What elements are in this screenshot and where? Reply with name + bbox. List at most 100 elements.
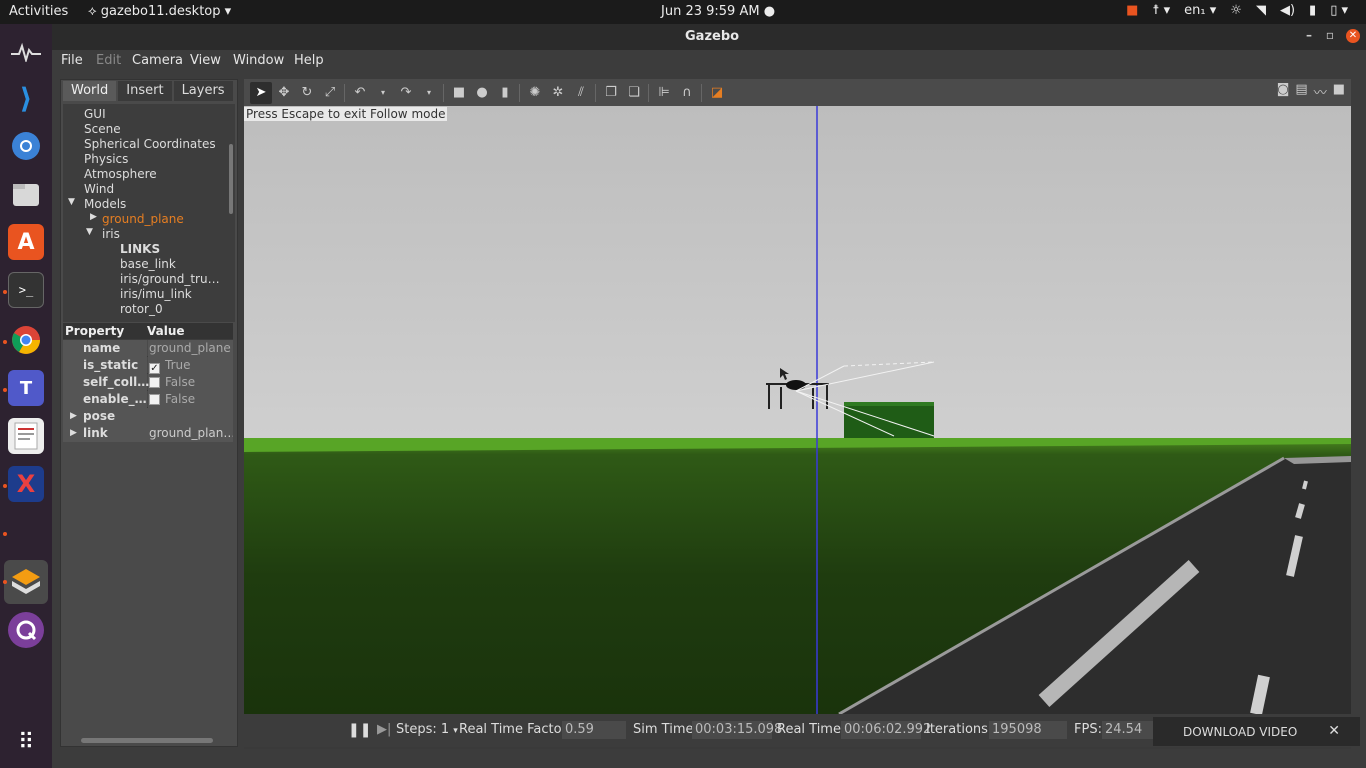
property-row-self-collide[interactable]: self_coll… False [63,374,233,391]
language-selector[interactable]: en₁ ▾ [1184,3,1216,18]
sphere-shape-icon[interactable]: ● [471,82,493,104]
checkbox-checked-icon[interactable]: ✓ [149,363,160,374]
checkbox-unchecked-icon[interactable] [149,377,160,388]
property-row-is-static[interactable]: is_static ✓ True [63,357,233,374]
screen-record-icon[interactable]: ■ [1126,3,1138,18]
menu-view[interactable]: View [190,53,221,68]
volume-icon[interactable]: ◀) [1280,3,1295,18]
copy-icon[interactable]: ❐ [600,82,622,104]
property-row-name[interactable]: name ground_plane [63,340,233,357]
tree-item-atmosphere[interactable]: Atmosphere [84,167,157,181]
point-light-icon[interactable]: ✺ [524,82,546,104]
box-shape-icon[interactable]: ■ [448,82,470,104]
menu-bar: File Edit Camera View Window Help [52,50,1366,72]
menu-edit[interactable]: Edit [96,53,121,68]
battery-icon[interactable]: ▯ ▾ [1330,3,1348,18]
tree-item-scene[interactable]: Scene [84,122,121,136]
tab-insert[interactable]: Insert [118,81,172,101]
clock[interactable]: Jun 23 9:59 AM ● [661,4,775,19]
translate-mode-icon[interactable]: ✥ [273,82,295,104]
download-video-button[interactable]: DOWNLOAD VIDEO [1183,725,1297,739]
tab-layers[interactable]: Layers [173,81,233,101]
xlaunch-icon[interactable]: X [8,466,44,502]
3d-scene[interactable]: Press Escape to exit Follow mode [244,106,1351,714]
minimize-icon[interactable]: – [1306,28,1312,42]
snap-icon[interactable]: ∩ [676,82,698,104]
accessibility-icon[interactable]: ☨ ▾ [1152,3,1170,18]
dock: ⟩ A >_ T X ⠿ [0,24,52,768]
tab-world[interactable]: World [63,81,117,101]
system-tray[interactable]: ■ ☨ ▾ en₁ ▾ ☼ ◥ ◀) ▮ ▯ ▾ [1126,3,1348,18]
gazebo-icon[interactable] [4,560,48,604]
cylinder-shape-icon[interactable]: ▮ [494,82,516,104]
screen-recorder-icon[interactable] [8,612,44,648]
vscode-icon[interactable]: ⟩ [8,80,44,116]
tree-item-wind[interactable]: Wind [84,182,114,196]
pause-icon[interactable]: ❚❚ [348,722,371,738]
activities-button[interactable]: Activities [9,4,68,19]
microphone-icon[interactable]: ▮ [1309,3,1316,18]
wifi-icon[interactable]: ◥ [1256,3,1266,18]
tree-item-spherical-coordinates[interactable]: Spherical Coordinates [84,137,216,151]
undo-icon[interactable]: ↶ [349,82,371,104]
close-icon[interactable]: ✕ [1328,723,1340,739]
panel-horizontal-scrollbar[interactable] [81,738,213,743]
menu-camera[interactable]: Camera [132,53,183,68]
property-row-pose[interactable]: ▶ pose [63,408,233,425]
tree-item-rotor-0[interactable]: rotor_0 [120,302,163,316]
log-data-icon[interactable]: ▤ [1295,82,1307,101]
property-row-link[interactable]: ▶ link ground_plan… [63,425,233,442]
chromium-icon[interactable] [8,128,44,164]
menu-help[interactable]: Help [294,53,324,68]
property-row-enable-wind[interactable]: enable_… False [63,391,233,408]
video-record-icon[interactable]: ■ [1333,82,1345,101]
undo-dropdown-icon[interactable]: ▾ [372,82,394,104]
teams-icon[interactable]: T [8,370,44,406]
brightness-icon[interactable]: ☼ [1230,3,1242,18]
tree-item-iris[interactable]: iris [102,227,120,241]
property-value: False [165,375,196,389]
tree-item-physics[interactable]: Physics [84,152,128,166]
spot-light-icon[interactable]: ✲ [547,82,569,104]
expand-down-icon[interactable]: ▼ [86,227,93,237]
menu-file[interactable]: File [61,53,83,68]
expand-right-icon[interactable]: ▶ [90,212,97,222]
tree-item-imu-link[interactable]: iris/imu_link [120,287,192,301]
tree-item-ground-truth[interactable]: iris/ground_tru… [120,272,220,286]
window-title: Gazebo [685,29,740,44]
scale-mode-icon[interactable]: ⤢ [319,82,341,104]
app-menu[interactable]: ⟡ gazebo11.desktop ▾ [88,4,231,19]
step-icon[interactable]: ▶| [377,722,391,737]
expand-down-icon[interactable]: ▼ [68,197,75,207]
tree-item-ground-plane[interactable]: ground_plane [102,212,184,226]
chrome-icon[interactable] [8,322,44,358]
select-mode-icon[interactable]: ➤ [250,81,272,104]
align-icon[interactable]: ⊫ [653,82,675,104]
tree-item-base-link[interactable]: base_link [120,257,176,271]
directional-light-icon[interactable]: ⫽ [570,82,592,104]
paste-icon[interactable]: ❏ [623,82,645,104]
menu-window[interactable]: Window [233,53,284,68]
steps-selector[interactable]: Steps: 1 ▾ [396,722,458,737]
software-center-icon[interactable]: A [8,224,44,260]
redo-icon[interactable]: ↷ [395,82,417,104]
redo-dropdown-icon[interactable]: ▾ [418,82,440,104]
rotate-mode-icon[interactable]: ↻ [296,82,318,104]
plot-icon[interactable]: 〰 [1314,82,1327,101]
change-view-icon[interactable]: ◪ [706,82,728,104]
close-icon[interactable]: ✕ [1346,29,1360,43]
tree-item-models[interactable]: Models [84,197,126,211]
show-apps-icon[interactable]: ⠿ [8,724,44,760]
running-indicator-icon [3,290,7,294]
screenshot-icon[interactable]: ◙ [1277,82,1290,101]
tree-item-gui[interactable]: GUI [84,107,106,121]
real-time-label: Real Time: [777,722,846,737]
maximize-icon[interactable]: ▫ [1326,28,1334,42]
running-indicator-icon [3,580,7,584]
document-viewer-icon[interactable] [8,418,44,454]
system-monitor-icon[interactable] [8,34,44,70]
checkbox-unchecked-icon[interactable] [149,394,160,405]
terminal-icon[interactable]: >_ [8,272,44,308]
tree-scrollbar[interactable] [229,144,233,214]
files-icon[interactable] [8,176,44,212]
